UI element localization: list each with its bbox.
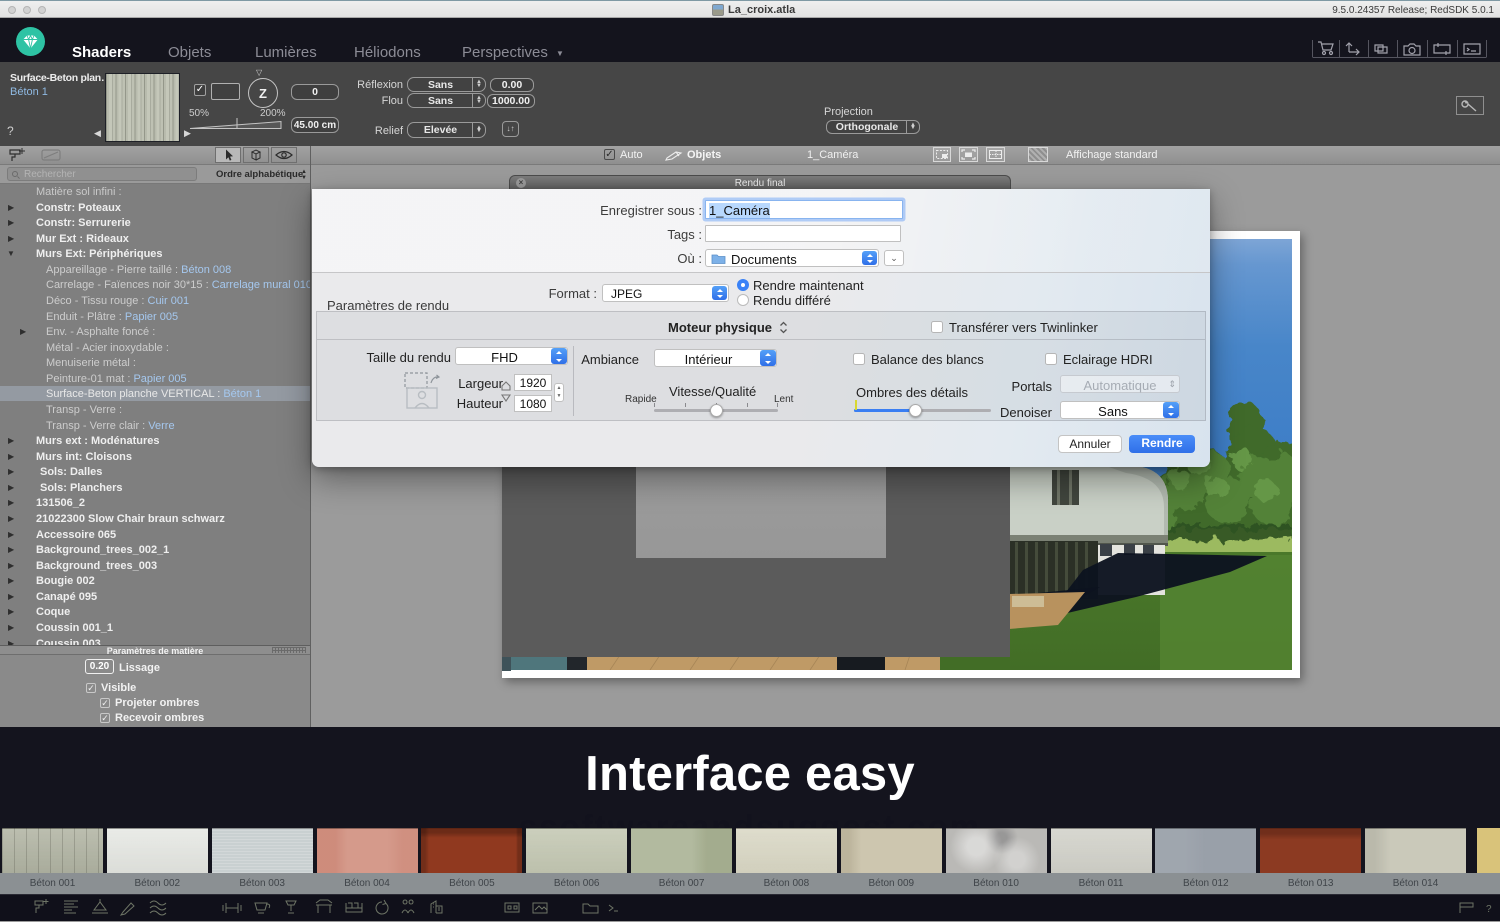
svg-text:?: ? bbox=[1486, 904, 1492, 915]
